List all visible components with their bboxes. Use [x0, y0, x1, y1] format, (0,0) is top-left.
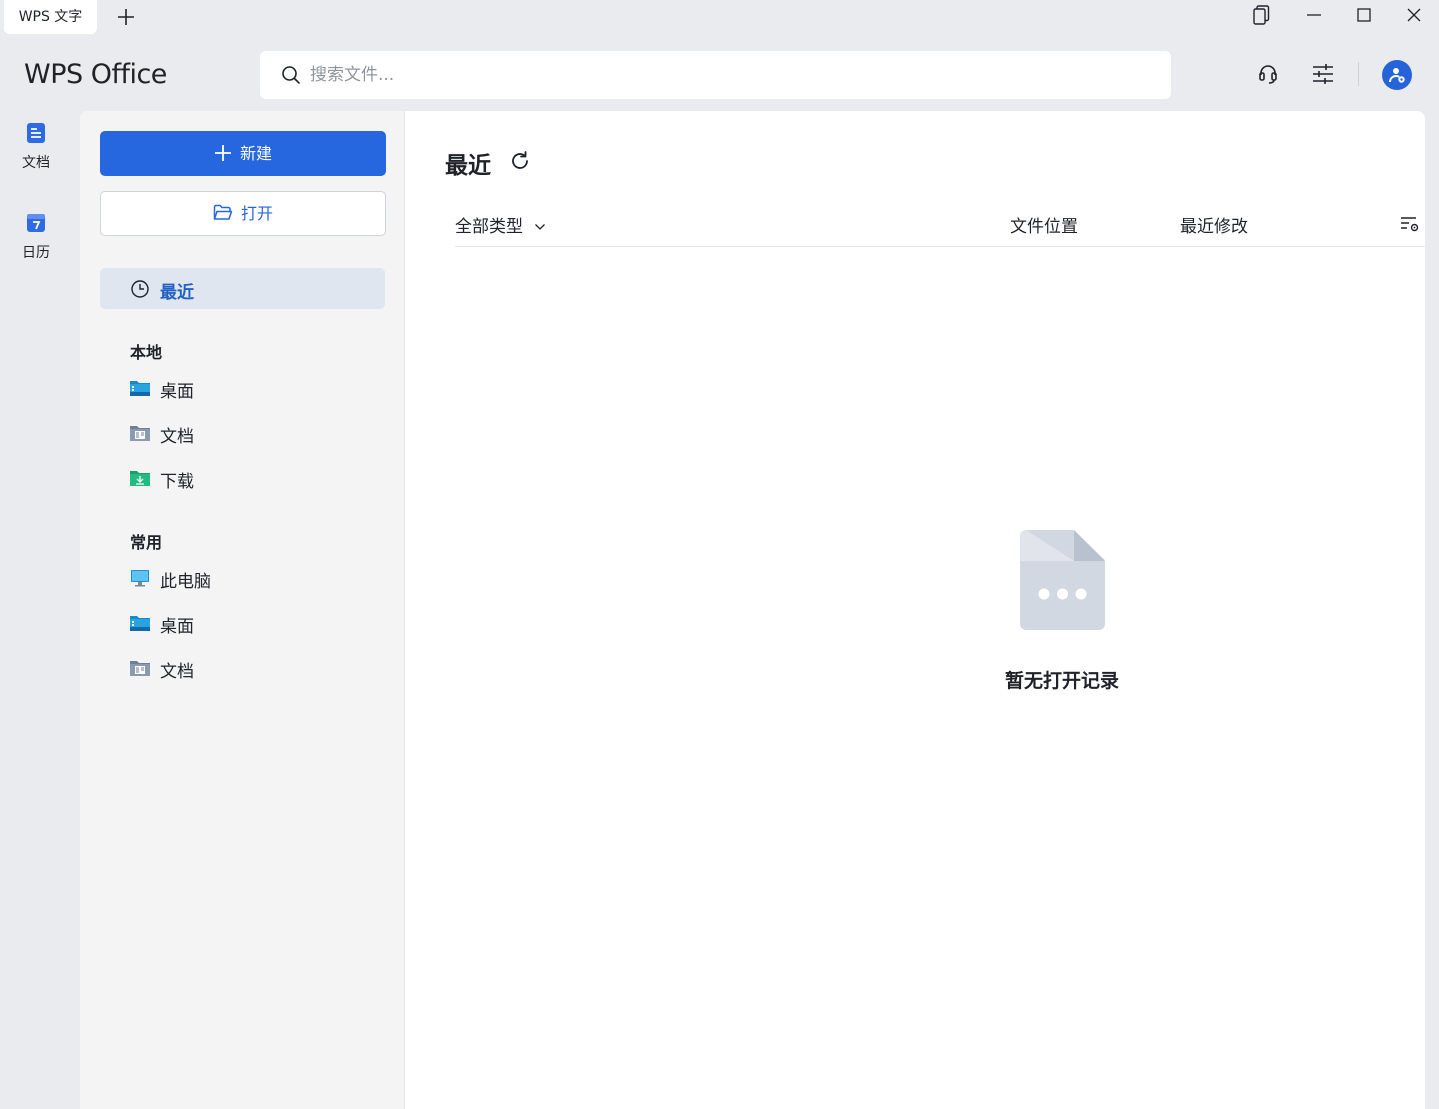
title-bar: WPS 文字	[0, 0, 1439, 36]
sidebar-item-documents[interactable]: 文档	[130, 422, 370, 447]
this-pc-icon	[131, 570, 149, 587]
close-button[interactable]	[1402, 3, 1426, 27]
close-icon	[1407, 8, 1421, 22]
sidebar-item-recent[interactable]: 最近	[100, 268, 385, 309]
type-filter-dropdown[interactable]: 全部类型	[455, 212, 546, 237]
clock-icon	[131, 280, 149, 298]
sidebar-item-label: 文档	[160, 662, 194, 682]
sidebar-item-label: 此电脑	[160, 572, 211, 592]
recent-files-panel: 最近 全部类型 文件位置 最近修改 暂无打开记录	[405, 111, 1425, 1109]
rail-item-documents[interactable]: 文档	[0, 122, 72, 172]
main-panel: 新建 打开 最近 本地 桌面 文档 下载 常用 此电脑 桌面 文档 最近 全部类…	[80, 111, 1425, 1109]
type-filter-label: 全部类型	[455, 217, 523, 237]
empty-state-text: 暂无打开记录	[1004, 670, 1119, 692]
pages-icon	[1253, 5, 1270, 25]
rail-item-calendar[interactable]: 日历	[0, 212, 72, 262]
refresh-icon	[512, 151, 528, 169]
list-settings-icon	[1401, 217, 1419, 232]
sidebar-item-label: 最近	[160, 283, 194, 303]
minimize-button[interactable]	[1302, 3, 1326, 27]
chevron-down-icon	[535, 224, 546, 230]
desktop-folder-icon	[130, 381, 150, 396]
maximize-button[interactable]	[1352, 3, 1376, 27]
headset-icon	[1259, 65, 1277, 84]
sidebar-item-label: 下载	[160, 472, 194, 492]
search-icon	[282, 66, 300, 84]
calendar-icon	[27, 214, 45, 232]
settings-button[interactable]	[1310, 61, 1336, 87]
maximize-icon	[1357, 8, 1371, 22]
sliders-icon	[1313, 64, 1333, 84]
desktop-folder-icon	[130, 616, 150, 631]
column-header-modified[interactable]: 最近修改	[1180, 212, 1248, 237]
document-icon	[27, 123, 45, 143]
plus-icon	[118, 9, 134, 25]
column-header-location[interactable]: 文件位置	[1010, 212, 1078, 237]
new-button[interactable]: 新建	[100, 131, 386, 176]
plus-icon	[214, 145, 231, 161]
empty-file-icon	[1020, 530, 1105, 630]
open-button-label: 打开	[240, 204, 273, 223]
tab-label: WPS 文字	[18, 9, 83, 25]
support-button[interactable]	[1255, 61, 1281, 87]
restore-layout-button[interactable]	[1249, 3, 1273, 27]
new-tab-button[interactable]	[114, 5, 138, 29]
user-avatar[interactable]	[1382, 60, 1412, 90]
refresh-button[interactable]	[508, 149, 532, 173]
list-settings-button[interactable]	[1399, 213, 1421, 235]
sidebar-item-label: 桌面	[160, 382, 194, 402]
minimize-icon	[1307, 14, 1321, 16]
new-button-label: 新建	[239, 144, 272, 163]
rail-label: 文档	[22, 155, 50, 171]
sidebar-item-downloads[interactable]: 下载	[130, 467, 370, 492]
app-logo: WPS Office	[24, 59, 167, 90]
tab-wps-writer[interactable]: WPS 文字	[4, 0, 97, 34]
sidebar-item-label: 桌面	[160, 617, 194, 637]
page-title: 最近	[445, 153, 491, 179]
open-button[interactable]: 打开	[100, 191, 386, 236]
sidebar-item-documents-common[interactable]: 文档	[130, 657, 370, 682]
sidebar-item-desktop-common[interactable]: 桌面	[130, 612, 370, 637]
user-icon	[1389, 68, 1405, 83]
search-box[interactable]	[260, 51, 1171, 99]
documents-folder-icon	[130, 426, 150, 441]
file-sidebar: 新建 打开 最近 本地 桌面 文档 下载 常用 此电脑 桌面 文档	[80, 111, 405, 1109]
search-input[interactable]	[310, 51, 1150, 99]
header-divider	[455, 246, 1425, 247]
sidebar-item-desktop[interactable]: 桌面	[130, 377, 370, 402]
header-divider	[1358, 62, 1359, 86]
sidebar-item-label: 文档	[160, 427, 194, 447]
documents-folder-icon	[130, 661, 150, 676]
section-title-common: 常用	[130, 533, 163, 552]
folder-open-icon	[213, 204, 233, 220]
sidebar-item-this-pc[interactable]: 此电脑	[130, 567, 370, 592]
downloads-folder-icon	[130, 471, 150, 486]
section-title-local: 本地	[130, 343, 163, 362]
rail-label: 日历	[22, 245, 50, 261]
